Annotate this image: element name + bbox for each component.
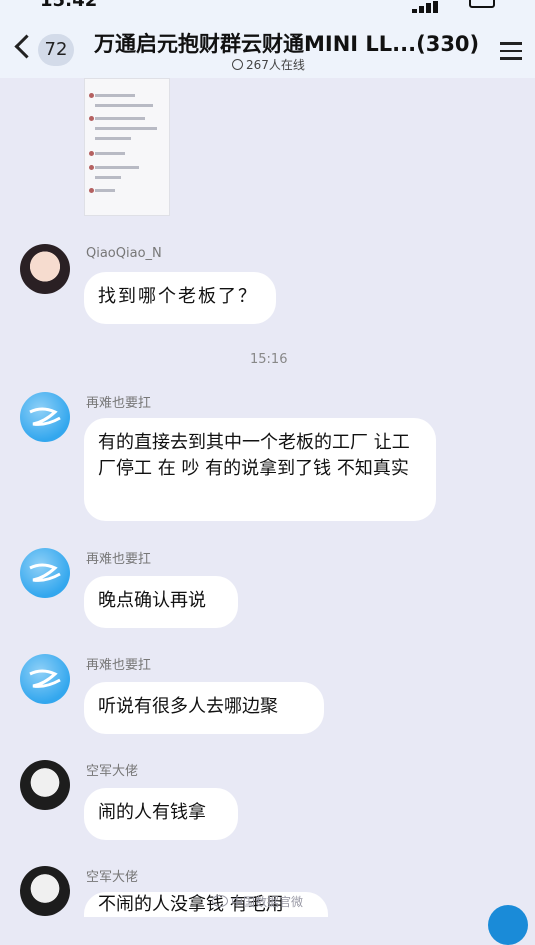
- message-bubble[interactable]: 有的直接去到其中一个老板的工厂 让工厂停工 在 吵 有的说拿到了钱 不知真实: [84, 418, 436, 521]
- hamburger-menu-icon[interactable]: [500, 42, 522, 60]
- avatar[interactable]: [20, 392, 70, 442]
- weibo-icon: [212, 895, 228, 907]
- message-bubble[interactable]: 晚点确认再说: [84, 576, 238, 628]
- message-bubble[interactable]: 闹的人有钱拿: [84, 788, 238, 840]
- sender-name: 空军大佬: [86, 764, 139, 779]
- watermark-text: 中国数据官微: [231, 895, 304, 909]
- message-bubble[interactable]: 找到哪个老板了？: [84, 272, 276, 324]
- battery-icon: [469, 0, 495, 8]
- logo-icon: [29, 563, 61, 582]
- chat-header: 72 万通启元抱财群云财通MINI LL...(330) 267人在线: [0, 14, 535, 78]
- sender-name: QiaoQiao_N: [86, 246, 162, 261]
- status-time: 15:42: [40, 0, 98, 11]
- online-icon: [232, 59, 243, 70]
- sender-name: 再难也要扛: [86, 658, 152, 673]
- chevron-left-icon[interactable]: [14, 34, 39, 59]
- message-bubble[interactable]: 听说有很多人去哪边聚: [84, 682, 324, 734]
- logo-icon: [29, 407, 61, 426]
- status-bar: 15:42: [0, 0, 535, 14]
- avatar[interactable]: [20, 548, 70, 598]
- online-count: 267人在线: [232, 56, 305, 73]
- avatar[interactable]: [20, 760, 70, 810]
- avatar[interactable]: [20, 654, 70, 704]
- shared-screenshot-image[interactable]: [84, 78, 170, 216]
- chat-title: 万通启元抱财群云财通MINI LL...(330): [94, 32, 480, 56]
- sender-name: 空军大佬: [86, 870, 139, 885]
- sender-name: 再难也要扛: [86, 552, 152, 567]
- message-timestamp: 15:16: [250, 352, 288, 367]
- avatar[interactable]: [20, 244, 70, 294]
- online-count-label: 267人在线: [246, 58, 305, 72]
- signal-icon: [412, 0, 440, 13]
- unread-count-badge[interactable]: 72: [38, 34, 74, 66]
- sender-name: 再难也要扛: [86, 396, 152, 411]
- logo-icon: [29, 669, 61, 688]
- watermark: 中国数据官微: [212, 893, 303, 910]
- avatar[interactable]: [20, 866, 70, 916]
- floating-action-button[interactable]: [488, 905, 528, 945]
